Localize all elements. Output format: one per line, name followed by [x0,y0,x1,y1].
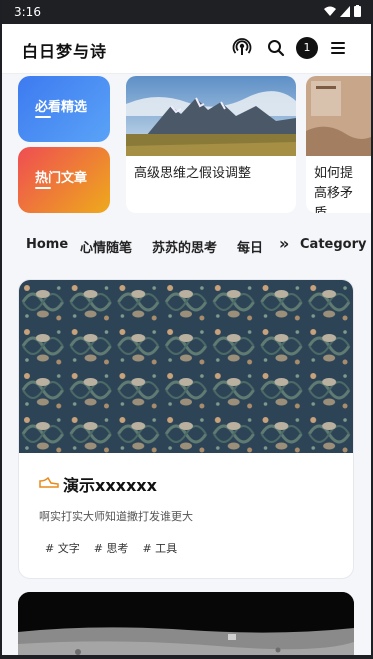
post-title[interactable]: 演示xxxxxx [63,472,157,496]
featured-card-title: 高级思维之假设调整 [134,166,252,181]
menu-icon[interactable] [328,38,348,58]
featured-card-title: 如何提高移矛盾 [314,166,354,213]
nav-item-home[interactable]: Home [26,237,68,252]
pill-underline [35,116,51,118]
pill-underline [35,187,51,189]
notification-badge[interactable]: 1 [296,37,318,59]
mountain-image [126,76,296,156]
post-tag[interactable]: # 思考 [94,540,129,556]
status-icons [324,5,361,17]
featured-card[interactable]: 高级思维之假设调整 [126,76,296,213]
battery-icon [354,5,361,17]
nav-item-susu-thoughts[interactable]: 苏苏的思考 [152,237,217,256]
system-nav-bar [0,655,373,659]
wifi-icon [324,6,336,16]
featured-card[interactable]: 如何提高移矛盾 [306,76,371,213]
post-card[interactable] [18,592,354,659]
shoe-icon [39,477,59,488]
post-tag[interactable]: # 文字 [45,540,80,556]
nav-item-daily[interactable]: 每日 [237,237,263,256]
search-icon[interactable] [266,38,286,58]
category-nav: Home 心情随笔 苏苏的思考 每日 » Category [2,228,371,264]
featured-picks-button[interactable]: 必看精选 [18,76,110,142]
app-title[interactable]: 白日梦与诗 [22,38,107,62]
desert-image [306,76,371,156]
status-time: 3:16 [14,5,41,19]
post-card[interactable]: 演示xxxxxx 啊实打实大师知道撒打发谁更大 # 文字 # 思考 # 工具 [18,279,354,579]
post-description: 啊实打实大师知道撒打发谁更大 [39,510,193,523]
nav-item-category[interactable]: Category [300,237,366,252]
signal-icon [340,5,350,17]
nav-item-mood-essays[interactable]: 心情随笔 [80,237,132,256]
nav-more-icon[interactable]: » [279,234,289,253]
post-tag[interactable]: # 工具 [142,540,177,556]
app-screen: 3:16 白日梦与诗 1 必看精选 热门文章 高级思维之假设调整 如何提高移矛 … [2,0,371,659]
hot-articles-button[interactable]: 热门文章 [18,147,110,213]
hot-articles-label: 热门文章 [35,171,88,186]
app-bar: 白日梦与诗 1 [2,24,371,74]
post-tags: # 文字 # 思考 # 工具 [45,540,177,556]
post-cover-image [19,280,353,453]
featured-picks-label: 必看精选 [35,100,88,115]
podcast-icon[interactable] [232,38,252,58]
status-bar: 3:16 [2,0,371,24]
moon-surface-image [18,592,354,659]
